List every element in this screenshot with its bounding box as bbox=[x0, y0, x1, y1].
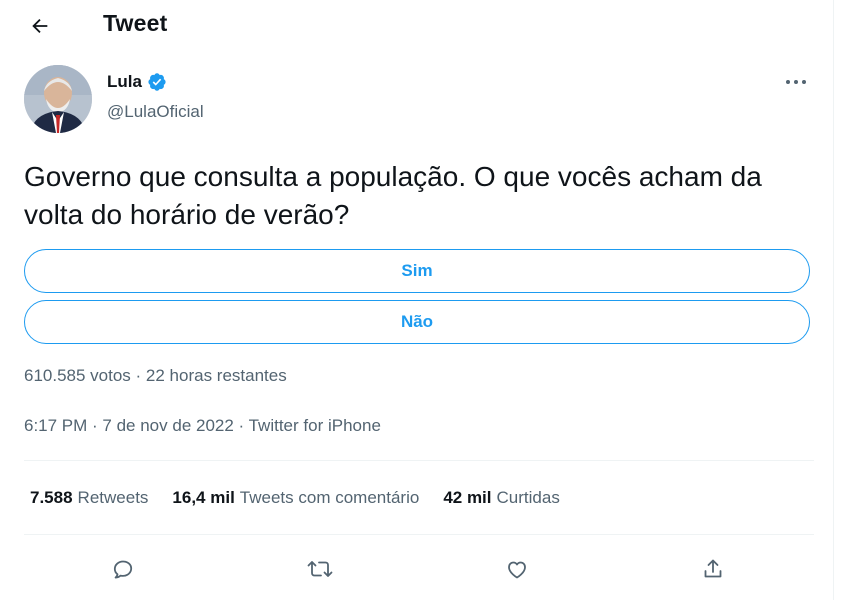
author-name-row[interactable]: Lula bbox=[107, 72, 167, 92]
action-bar bbox=[6, 548, 834, 588]
stat-quote-tweets[interactable]: 16,4 mil Tweets com comentário bbox=[172, 488, 419, 508]
stat-number: 16,4 mil bbox=[172, 488, 235, 507]
stat-label: Retweets bbox=[77, 488, 149, 507]
divider bbox=[24, 460, 814, 461]
tweet-timestamp[interactable]: 6:17 PM · 7 de nov de 2022 · Twitter for… bbox=[24, 416, 381, 436]
poll-option-sim[interactable]: Sim bbox=[24, 249, 810, 293]
tweet-text: Governo que consulta a população. O que … bbox=[24, 161, 762, 230]
author-name[interactable]: Lula bbox=[107, 72, 142, 92]
page-header: Tweet bbox=[6, 0, 834, 50]
share-icon bbox=[701, 557, 725, 581]
retweet-icon bbox=[307, 557, 333, 581]
stat-label: Curtidas bbox=[496, 488, 560, 507]
stat-number: 7.588 bbox=[30, 488, 73, 507]
stat-likes[interactable]: 42 mil Curtidas bbox=[443, 488, 560, 508]
stat-number: 42 mil bbox=[443, 488, 492, 507]
more-options-button[interactable] bbox=[781, 70, 811, 94]
page-title: Tweet bbox=[103, 10, 168, 36]
reply-button[interactable] bbox=[106, 552, 140, 586]
author-handle[interactable]: @LulaOficial bbox=[107, 102, 204, 122]
arrow-left-icon bbox=[29, 15, 51, 37]
back-button[interactable] bbox=[26, 12, 54, 40]
more-dots-icon bbox=[785, 79, 807, 85]
like-icon bbox=[505, 557, 529, 581]
poll-option-nao[interactable]: Não bbox=[24, 300, 810, 344]
verified-badge-icon bbox=[147, 72, 167, 92]
engagement-stats: 7.588 Retweets 16,4 mil Tweets com comen… bbox=[30, 488, 560, 508]
like-button[interactable] bbox=[500, 552, 534, 586]
retweet-button[interactable] bbox=[303, 552, 337, 586]
tweet-page: Tweet Lula @LulaOficial Governo que cons… bbox=[6, 0, 834, 600]
avatar[interactable] bbox=[24, 65, 92, 133]
reply-icon bbox=[111, 557, 135, 581]
divider bbox=[24, 534, 814, 535]
share-button[interactable] bbox=[696, 552, 730, 586]
stat-label: Tweets com comentário bbox=[239, 488, 420, 507]
poll-meta: 610.585 votos · 22 horas restantes bbox=[24, 366, 287, 385]
stat-retweets[interactable]: 7.588 Retweets bbox=[30, 488, 148, 508]
